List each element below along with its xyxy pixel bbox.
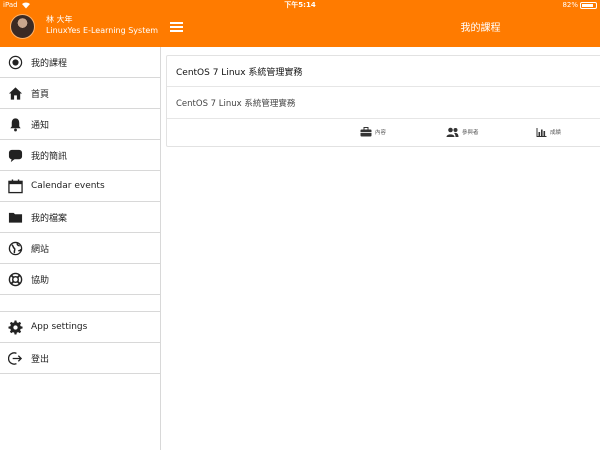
sidebar-item-app-settings[interactable]: App settings [0,312,160,343]
sidebar-item-label: 我的課程 [31,58,68,69]
sidebar-item-logout[interactable]: 登出 [0,343,160,374]
battery-percentage: 82% [562,1,578,9]
lifebuoy-icon [7,271,23,287]
sidebar-item-notifications[interactable]: 通知 [0,109,160,140]
course-grades-label: 成績 [550,130,562,136]
course-participants-label: 參與者 [462,130,479,136]
sidebar-item-label: Calendar events [31,181,105,191]
app-bar: 我的課程 [161,11,600,47]
briefcase-icon [360,127,372,137]
users-icon [446,127,459,137]
radio-target-icon [7,54,23,70]
sidebar-item-help[interactable]: 協助 [0,264,160,295]
battery-icon [580,2,597,9]
sidebar-item-label: 協助 [31,275,50,286]
divider [167,86,600,87]
main-content: CentOS 7 Linux 系統管理實務 CentOS 7 Linux 系統管… [161,47,600,450]
folder-icon [7,209,23,225]
sidebar-menu: 我的課程 首頁 通知 我的簡訊 Calendar events 我的檔案 網站 … [0,47,161,450]
course-summary: CentOS 7 Linux 系統管理實務 [176,99,296,109]
site-name: LinuxYes E-Learning System [46,26,159,35]
course-grades-button[interactable]: 成績 [536,120,561,144]
sidebar-item-label: 登出 [31,354,50,365]
sidebar-item-label: 通知 [31,120,50,131]
sidebar-item-calendar-events[interactable]: Calendar events [0,171,160,202]
sidebar-item-home[interactable]: 首頁 [0,78,160,109]
sidebar-item-label: 我的檔案 [31,213,68,224]
sidebar-item-label: App settings [31,322,88,332]
divider [167,118,600,119]
sidebar-item-label: 首頁 [31,89,50,100]
clock: 下午5:14 [284,1,316,9]
bell-icon [7,116,23,132]
user-name: 林 大年 [46,15,73,24]
course-contents-label: 內容 [375,130,387,136]
page-title: 我的課程 [460,23,501,34]
gear-icon [7,319,23,335]
course-participants-button[interactable]: 參與者 [446,120,479,144]
bar-chart-icon [536,127,547,137]
sidebar-item-label: 網站 [31,244,50,255]
globe-icon [7,240,23,256]
course-contents-button[interactable]: 內容 [360,120,386,144]
avatar[interactable] [10,14,35,39]
sidebar-item-my-files[interactable]: 我的檔案 [0,202,160,233]
sidebar-item-messages[interactable]: 我的簡訊 [0,140,160,171]
course-title[interactable]: CentOS 7 Linux 系統管理實務 [176,65,302,78]
menu-divider [0,295,160,312]
sidebar-item-label: 我的簡訊 [31,151,68,162]
status-bar: iPad 下午5:14 82% [0,0,600,11]
chat-bubble-icon [7,147,23,163]
sidebar-item-website[interactable]: 網站 [0,233,160,264]
sidebar-item-my-courses[interactable]: 我的課程 [0,47,160,78]
user-profile-header[interactable]: 林 大年 LinuxYes E-Learning System [0,11,161,47]
calendar-icon [7,178,23,194]
home-icon [7,85,23,101]
course-card: CentOS 7 Linux 系統管理實務 CentOS 7 Linux 系統管… [166,55,600,147]
logout-icon [7,350,23,366]
